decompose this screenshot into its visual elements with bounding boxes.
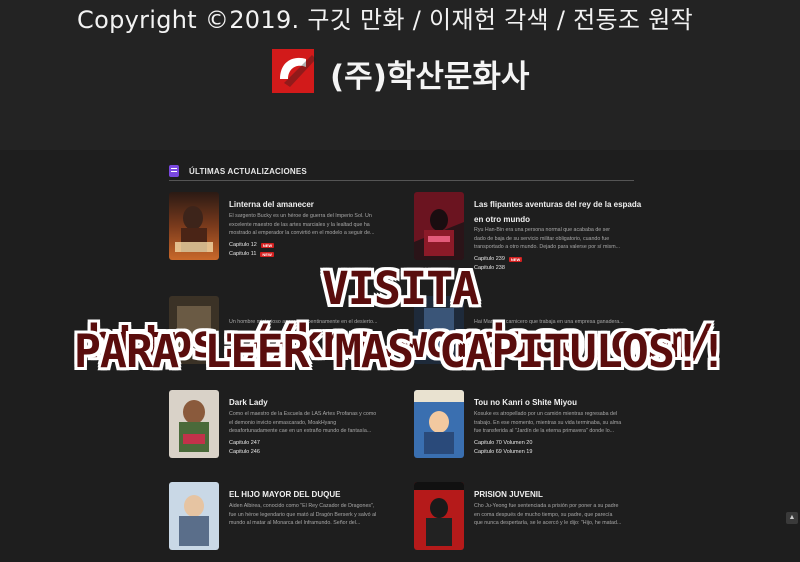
manga-card[interactable]: EL HIJO MAYOR DEL DUQUE Aiden Albirea, c… (169, 482, 399, 562)
new-badge: NEW (260, 242, 275, 248)
manga-title[interactable]: Linterna del amanecer (229, 197, 399, 212)
chapter-link[interactable]: Capitulo 11 NEW (229, 251, 274, 257)
chapter-label[interactable]: Capitulo 70 Volumen 20 (474, 440, 532, 446)
manga-description: Cho Ju-Yeong fue sentenciada a prisión p… (474, 503, 622, 526)
chapter-label[interactable]: Capitulo 247 (229, 440, 260, 446)
chapter-link[interactable]: Capitulo 70 Volumen 20 (474, 440, 532, 446)
manga-card[interactable]: Dark Lady Como el maestro de la Escuela … (169, 390, 399, 470)
manga-card[interactable]: Las flipantes aventuras del rey de la es… (414, 192, 644, 272)
manga-cover[interactable] (169, 390, 219, 458)
manga-title[interactable]: Las flipantes aventuras del rey de la es… (474, 197, 644, 227)
arrow-up-icon[interactable]: ▲ (786, 512, 798, 524)
new-badge: NEW (260, 251, 274, 257)
chapter-link[interactable]: Capitulo 247 (229, 440, 260, 446)
chapter-label[interactable]: Capitulo 246 (229, 449, 260, 455)
manga-description: Aiden Albirea, conocido como "El Rey Caz… (229, 503, 377, 526)
manga-description: Ryu Han-Bin era una persona normal que a… (474, 227, 621, 250)
manga-title[interactable]: Dark Lady (229, 395, 399, 410)
manga-card[interactable]: Tou no Kanri o Shite Miyou Kosuke es atr… (414, 390, 644, 470)
manga-description: Como el maestro de la Escuela de LAS Art… (229, 411, 377, 434)
chapter-link[interactable]: Capitulo 12 NEW (229, 242, 275, 248)
manga-cover[interactable] (414, 192, 464, 260)
latest-updates-header: ÚLTIMAS ACTUALIZACIONES (169, 162, 634, 181)
manga-cover[interactable] (414, 390, 464, 458)
chapter-link[interactable]: Capitulo 246 (229, 449, 260, 455)
manga-description: Kosuke es atropellado por un camión mien… (474, 411, 622, 434)
manga-title[interactable]: Tou no Kanri o Shite Miyou (474, 395, 644, 410)
chapter-label[interactable]: Capitulo 12 (229, 242, 257, 248)
manga-cover[interactable] (414, 482, 464, 550)
section-title: ÚLTIMAS ACTUALIZACIONES (189, 166, 307, 176)
new-badge: NEW (508, 256, 523, 262)
chapter-label[interactable]: Capitulo 69 Volumen 19 (474, 449, 532, 455)
manga-cover[interactable] (169, 192, 219, 260)
manga-cover[interactable] (169, 482, 219, 550)
manga-title[interactable]: EL HIJO MAYOR DEL DUQUE (229, 487, 399, 502)
manga-title[interactable]: PRISION JUVENIL (474, 487, 644, 502)
chapter-label[interactable]: Capitulo 11 (229, 251, 256, 257)
manga-card[interactable]: PRISION JUVENIL Cho Ju-Yeong fue sentenc… (414, 482, 644, 562)
watermark-line-2: PARA LEER MAS CAPITULOS!! (73, 325, 727, 378)
chapter-link[interactable]: Capitulo 69 Volumen 19 (474, 449, 532, 455)
copyright-text: Copyright ©2019. 구깃 만화 / 이재헌 각색 / 전동조 원작 (77, 6, 693, 34)
publisher-brand: (주)학산문화사 (268, 47, 529, 99)
manga-card[interactable]: Linterna del amanecer El sargento Bucky … (169, 192, 399, 272)
publisher-name: (주)학산문화사 (330, 58, 530, 95)
manga-description: El sargento Bucky es un héroe de guerra … (229, 213, 375, 236)
book-icon (169, 165, 179, 177)
publisher-logo (268, 47, 324, 99)
